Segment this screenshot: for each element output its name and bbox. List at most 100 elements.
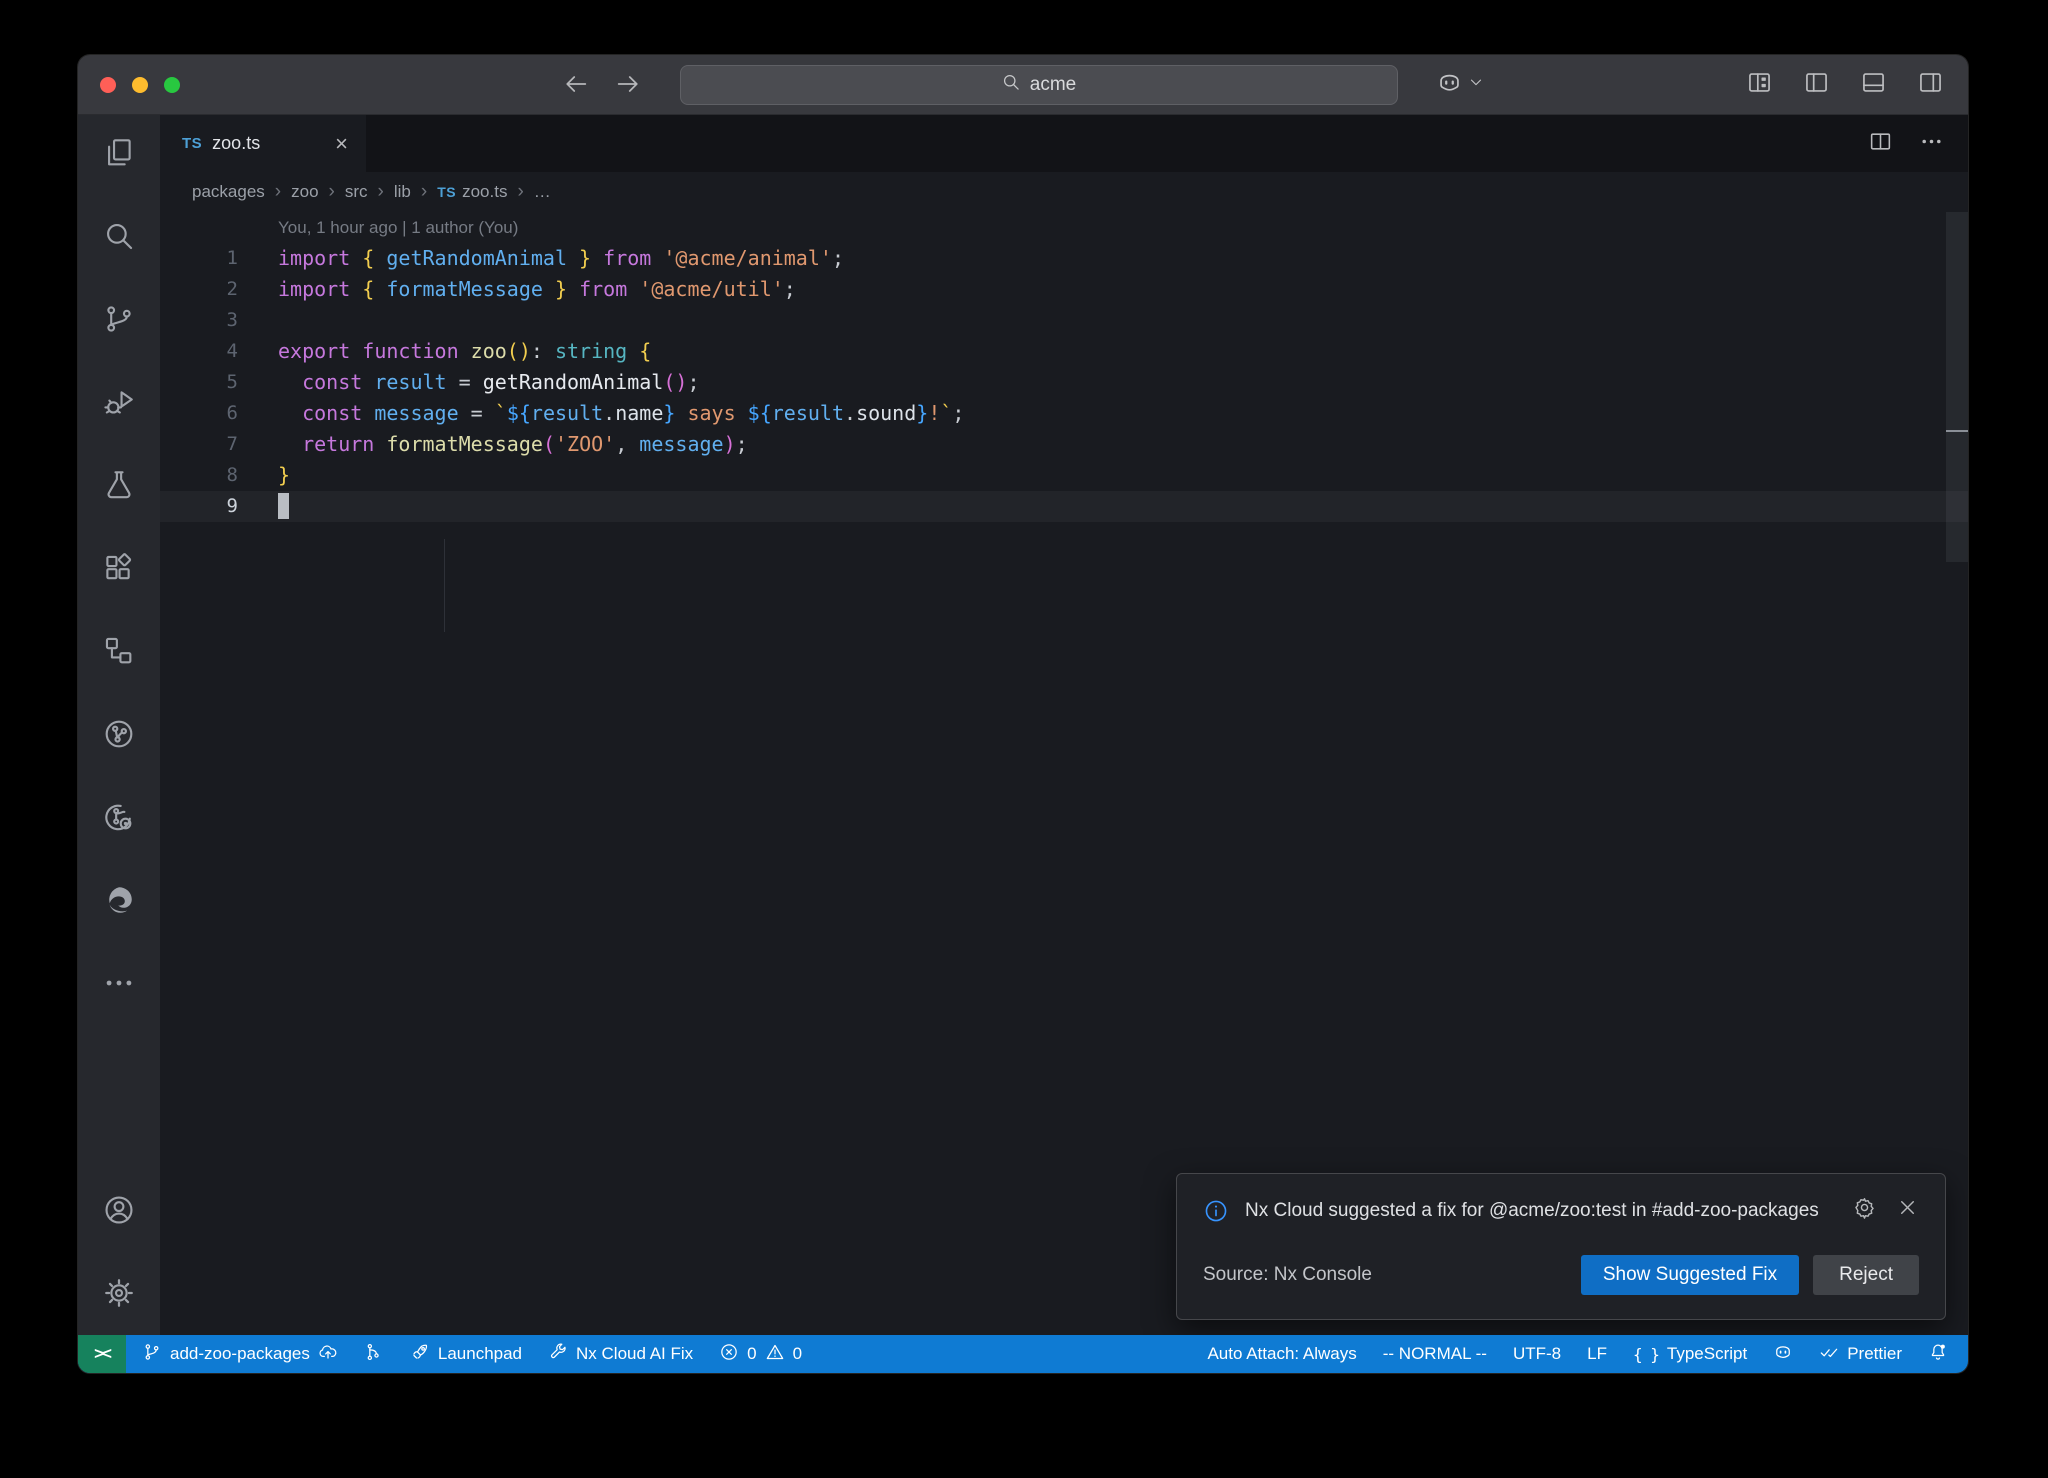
tab-close-button[interactable]: × (335, 133, 348, 155)
code-line-9: 9 (160, 491, 1968, 522)
info-icon (1203, 1198, 1229, 1229)
account-icon (102, 1193, 136, 1232)
typescript-file-icon: TS (182, 135, 202, 152)
line-content[interactable]: return formatMessage('ZOO', message); (238, 429, 748, 460)
source-control-icon (102, 302, 136, 341)
status-auto-attach[interactable]: Auto Attach: Always (1207, 1344, 1356, 1364)
forward-button[interactable] (614, 70, 644, 100)
breadcrumb-item-file[interactable]: TSzoo.ts (437, 182, 507, 202)
editor-scrollbar[interactable] (1946, 212, 1968, 562)
edge-icon (102, 883, 136, 922)
breadcrumb-separator: › (517, 181, 523, 203)
activity-item-account[interactable] (101, 1194, 137, 1230)
line-number: 9 (160, 491, 238, 522)
status-prettier[interactable]: Prettier (1819, 1342, 1902, 1367)
status-encoding[interactable]: UTF-8 (1513, 1344, 1561, 1364)
code-line-2: 2import { formatMessage } from '@acme/ut… (160, 274, 1968, 305)
cloud-upload-icon (318, 1342, 338, 1367)
notification-close-icon[interactable] (1896, 1196, 1919, 1224)
code-line-5: 5 const result = getRandomAnimal(); (160, 367, 1968, 398)
breadcrumb-item-zoo[interactable]: zoo (291, 182, 318, 202)
remote-indicator[interactable]: >< (78, 1335, 126, 1373)
tab-zoo-ts[interactable]: TS zoo.ts × (160, 115, 366, 172)
breadcrumb-overflow[interactable]: … (534, 182, 553, 202)
activity-item-gitlens[interactable] (101, 801, 137, 837)
status-text: add-zoo-packages (170, 1344, 310, 1364)
status-vim-mode[interactable]: -- NORMAL -- (1383, 1344, 1487, 1364)
line-content[interactable]: export function zoo(): string { (238, 336, 651, 367)
line-content[interactable] (238, 305, 278, 336)
line-number: 3 (160, 305, 238, 336)
line-number: 8 (160, 460, 238, 491)
command-center-search[interactable]: acme (680, 65, 1398, 105)
more-icon (102, 966, 136, 1005)
code-line-3: 3 (160, 305, 1968, 336)
status-text: -- NORMAL -- (1383, 1344, 1487, 1364)
notification-message: Nx Cloud suggested a fix for @acme/zoo:t… (1245, 1196, 1830, 1226)
activity-item-extensions[interactable] (101, 552, 137, 588)
nx-console-icon (102, 717, 136, 756)
zoom-window-button[interactable] (164, 77, 180, 93)
line-content[interactable]: import { formatMessage } from '@acme/uti… (238, 274, 796, 305)
status-language-typescript[interactable]: { }TypeScript (1633, 1344, 1747, 1364)
breadcrumb-item-src[interactable]: src (345, 182, 368, 202)
activity-item-explorer[interactable] (101, 137, 137, 173)
line-number: 5 (160, 367, 238, 398)
status-copilot[interactable] (1773, 1342, 1793, 1367)
breadcrumb-separator: › (421, 181, 427, 203)
close-window-button[interactable] (100, 77, 116, 93)
activity-item-source-control[interactable] (101, 303, 137, 339)
line-number: 7 (160, 429, 238, 460)
explorer-icon (102, 136, 136, 175)
activity-item-nx-console[interactable] (101, 718, 137, 754)
status-text: 0 (747, 1344, 756, 1364)
breadcrumb-item-packages[interactable]: packages (192, 182, 265, 202)
customize-layout-button[interactable] (1746, 69, 1773, 101)
status-problems[interactable]: 00 (719, 1342, 802, 1367)
typescript-file-icon: TS (437, 184, 456, 200)
status-text: Launchpad (438, 1344, 522, 1364)
activity-item-run-debug[interactable] (101, 386, 137, 422)
status-text: TypeScript (1667, 1344, 1747, 1364)
tab-bar: TS zoo.ts × (160, 115, 1968, 172)
activity-item-search[interactable] (101, 220, 137, 256)
activity-item-more[interactable] (101, 967, 137, 1003)
back-button[interactable] (562, 70, 592, 100)
status-nx-cloud-ai-fix[interactable]: Nx Cloud AI Fix (548, 1342, 693, 1367)
toggle-secondary-sidebar-button[interactable] (1917, 69, 1944, 101)
line-content[interactable]: const result = getRandomAnimal(); (238, 367, 699, 398)
reject-button[interactable]: Reject (1813, 1255, 1919, 1295)
line-content[interactable]: } (238, 460, 290, 491)
search-icon (102, 219, 136, 258)
activity-item-settings[interactable] (101, 1277, 137, 1313)
editor-more-actions-button[interactable] (1919, 129, 1944, 159)
toggle-primary-sidebar-button[interactable] (1803, 69, 1830, 101)
search-value: acme (1030, 74, 1076, 96)
activity-item-edge[interactable] (101, 884, 137, 920)
status-launchpad[interactable]: Launchpad (410, 1342, 522, 1367)
status-branch[interactable]: add-zoo-packages (142, 1342, 338, 1367)
show-suggested-fix-button[interactable]: Show Suggested Fix (1581, 1255, 1799, 1295)
toggle-panel-button[interactable] (1860, 69, 1887, 101)
activity-item-testing[interactable] (101, 469, 137, 505)
split-editor-button[interactable] (1868, 129, 1893, 159)
error-circle-icon (719, 1342, 739, 1367)
status-text: UTF-8 (1513, 1344, 1561, 1364)
status-notifications[interactable] (1928, 1342, 1948, 1367)
extensions-icon (102, 551, 136, 590)
line-content[interactable]: const message = `${result.name} says ${r… (238, 398, 964, 429)
status-eol[interactable]: LF (1587, 1344, 1607, 1364)
line-content[interactable]: import { getRandomAnimal } from '@acme/a… (238, 243, 844, 274)
breadcrumb-item-lib[interactable]: lib (394, 182, 411, 202)
gitlens-icon (102, 800, 136, 839)
status-source-control-graph[interactable] (364, 1342, 384, 1367)
notification-settings-gear-icon[interactable] (1853, 1196, 1876, 1224)
wrench-icon (548, 1342, 568, 1367)
copilot-menu[interactable] (1436, 69, 1485, 101)
line-number: 4 (160, 336, 238, 367)
bell-dot-icon (1928, 1342, 1948, 1367)
minimize-window-button[interactable] (132, 77, 148, 93)
line-content[interactable] (238, 491, 289, 522)
activity-item-hierarchy[interactable] (101, 635, 137, 671)
code-line-6: 6 const message = `${result.name} says $… (160, 398, 1968, 429)
